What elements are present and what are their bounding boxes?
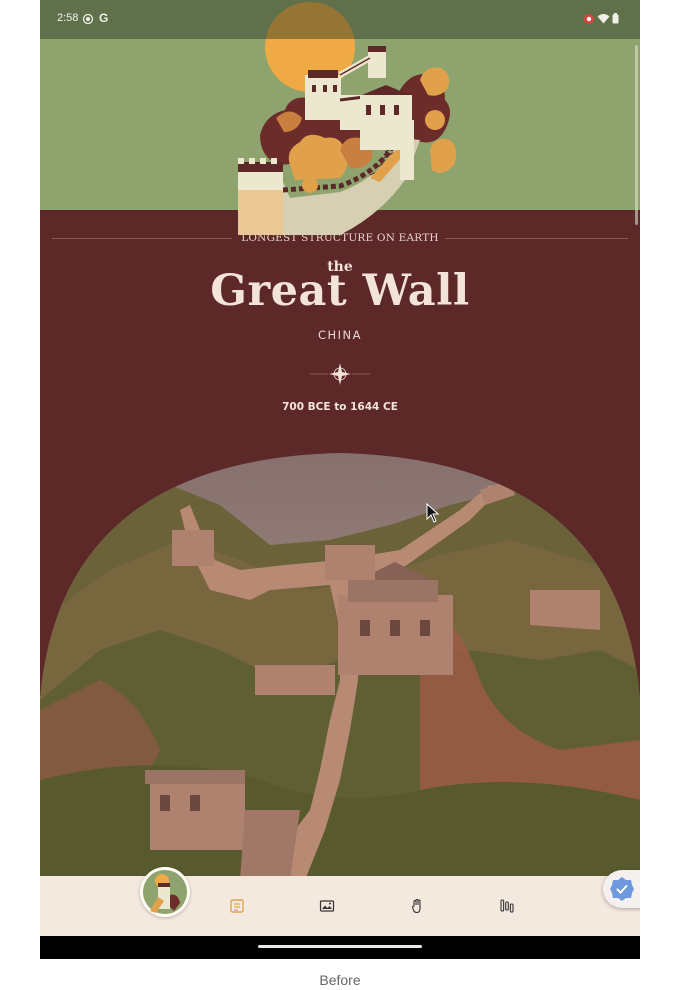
google-icon: G (99, 11, 109, 25)
check-shield-button[interactable] (603, 870, 640, 908)
location-target-icon (82, 13, 94, 25)
scrollbar[interactable] (635, 45, 638, 225)
battery-icon (612, 13, 619, 24)
great-wall-photo (40, 453, 640, 880)
hand-icon (411, 898, 421, 914)
screen-record-icon (584, 14, 594, 24)
great-wall-thumbnail-icon (140, 867, 190, 917)
status-time: 2:58 (57, 12, 79, 24)
scroll-icon (230, 899, 244, 913)
check-shield-icon (610, 877, 634, 901)
timeline-icon (500, 899, 514, 913)
wifi-icon (597, 14, 610, 24)
bottom-navigation (40, 867, 640, 936)
pointer-cursor-icon (426, 503, 440, 523)
date-range: 700 BCE to 1644 CE (282, 401, 398, 413)
app-screen: 2:58 G LONGEST STRUCTURE ON EARTH the Gr… (40, 0, 640, 959)
nav-facts-button[interactable] (221, 890, 253, 922)
nav-photos-button[interactable] (311, 890, 343, 922)
nav-home-thumbnail[interactable] (140, 867, 190, 917)
page-title: Great Wall (210, 266, 470, 316)
country-label: CHINA (317, 328, 363, 342)
compass-icon (310, 363, 370, 385)
caption: Before (319, 972, 361, 988)
gesture-navigation-bar (40, 936, 640, 959)
nav-artifacts-button[interactable] (401, 890, 433, 922)
home-gesture-handle[interactable] (258, 945, 422, 948)
nav-timeline-button[interactable] (491, 890, 523, 922)
image-icon (319, 900, 335, 912)
status-bar: 2:58 G (40, 0, 640, 39)
